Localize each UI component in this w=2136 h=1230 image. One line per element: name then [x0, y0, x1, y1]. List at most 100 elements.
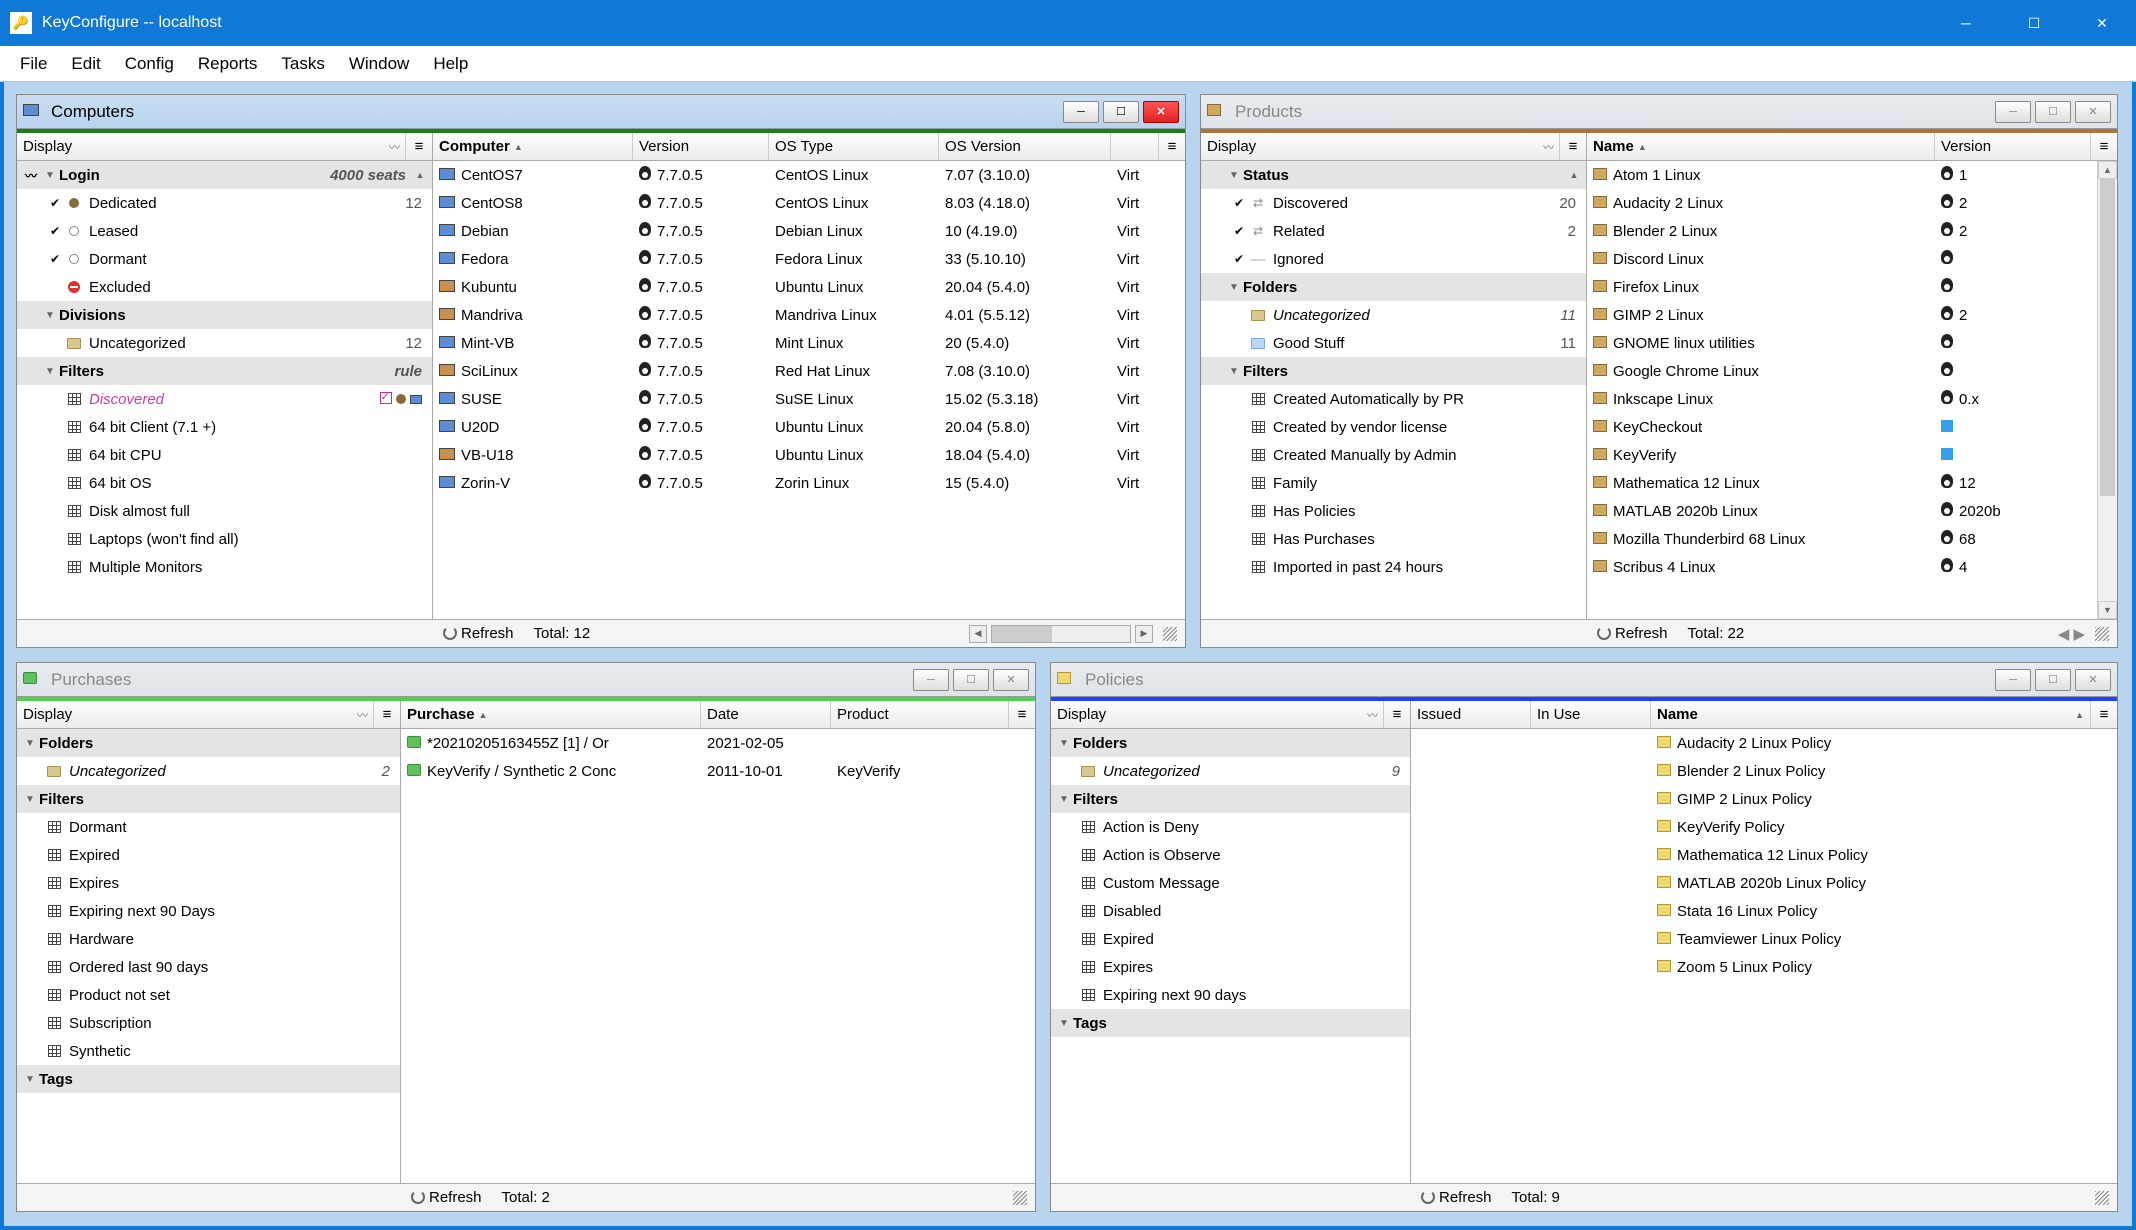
sidebar-item[interactable]: Product not set — [17, 981, 400, 1009]
panel-maximize-button[interactable]: ☐ — [2035, 669, 2071, 691]
table-row[interactable]: Mozilla Thunderbird 68 Linux 68 — [1587, 525, 2097, 553]
sidebar-item[interactable]: ✔Dormant — [17, 245, 432, 273]
table-row[interactable]: KeyVerify / Synthetic 2 Conc 2011-10-01 … — [401, 757, 1035, 785]
panel-minimize-button[interactable]: ─ — [1995, 669, 2031, 691]
col-computer[interactable]: Computer▲ — [433, 133, 633, 160]
table-row[interactable]: KeyCheckout — [1587, 413, 2097, 441]
sidebar-header-display[interactable]: Display〰 — [17, 133, 406, 160]
col-purchase[interactable]: Purchase▲ — [401, 701, 701, 728]
policies-rows[interactable]: Audacity 2 Linux Policy Blender 2 Linux … — [1411, 729, 2117, 1183]
menu-config[interactable]: Config — [113, 50, 186, 78]
sidebar-header-menu[interactable]: ≡ — [1384, 701, 1410, 728]
sidebar-item[interactable]: ✔Dedicated12 — [17, 189, 432, 217]
col-menu[interactable]: ≡ — [2091, 133, 2117, 160]
resize-grip[interactable] — [560, 1191, 1035, 1205]
panel-maximize-button[interactable]: ☐ — [2035, 101, 2071, 123]
table-row[interactable]: MATLAB 2020b Linux Policy — [1411, 869, 2117, 897]
sidebar-item[interactable]: Disk almost full — [17, 497, 432, 525]
sidebar-item[interactable]: Custom Message — [1051, 869, 1410, 897]
table-row[interactable]: Zorin-V 7.7.0.5 Zorin Linux 15 (5.4.0) V… — [433, 469, 1185, 497]
sidebar-item[interactable]: Disabled — [1051, 897, 1410, 925]
col-menu[interactable]: ≡ — [1009, 701, 1035, 728]
sidebar-item[interactable]: Has Purchases — [1201, 525, 1586, 553]
sidebar-item[interactable]: Family — [1201, 469, 1586, 497]
menu-reports[interactable]: Reports — [186, 50, 270, 78]
table-row[interactable]: Scribus 4 Linux 4 — [1587, 553, 2097, 581]
resize-grip[interactable]: ◀ ▶ — [1754, 625, 2117, 643]
sidebar-item[interactable]: Laptops (won't find all) — [17, 525, 432, 553]
sidebar-item[interactable]: Has Policies — [1201, 497, 1586, 525]
hscrollbar[interactable]: ◀▶ — [600, 625, 1185, 643]
sidebar-item[interactable]: Expires — [1051, 953, 1410, 981]
panel-maximize-button[interactable]: ☐ — [953, 669, 989, 691]
purchases-rows[interactable]: *20210205163455Z [1] / Or 2021-02-05 Key… — [401, 729, 1035, 1183]
table-row[interactable]: Stata 16 Linux Policy — [1411, 897, 2117, 925]
table-row[interactable]: SUSE 7.7.0.5 SuSE Linux 15.02 (5.3.18) V… — [433, 385, 1185, 413]
table-row[interactable]: Discord Linux — [1587, 245, 2097, 273]
products-rows[interactable]: Atom 1 Linux 1 Audacity 2 Linux 2 Blende… — [1587, 161, 2097, 619]
section-login[interactable]: 〰▼Login4000 seats▲ — [17, 161, 432, 189]
table-row[interactable]: KeyVerify — [1587, 441, 2097, 469]
table-row[interactable]: Blender 2 Linux Policy — [1411, 757, 2117, 785]
panel-computers-titlebar[interactable]: Computers ─ ☐ ✕ — [17, 95, 1185, 129]
table-row[interactable]: CentOS8 7.7.0.5 CentOS Linux 8.03 (4.18.… — [433, 189, 1185, 217]
menu-help[interactable]: Help — [421, 50, 480, 78]
sidebar-item[interactable]: Multiple Monitors — [17, 553, 432, 581]
refresh-button[interactable]: Refresh — [1411, 1189, 1502, 1206]
sidebar-item[interactable]: Created Automatically by PR — [1201, 385, 1586, 413]
minimize-button[interactable]: ─ — [1932, 0, 2000, 46]
sidebar-header-display[interactable]: Display〰 — [1051, 701, 1384, 728]
sidebar-item[interactable]: Expired — [1051, 925, 1410, 953]
menu-file[interactable]: File — [8, 50, 59, 78]
table-row[interactable]: U20D 7.7.0.5 Ubuntu Linux 20.04 (5.8.0) … — [433, 413, 1185, 441]
products-sidebar-list[interactable]: ▼Status▲✔⇄Discovered20✔⇄Related2✔—Ignore… — [1201, 161, 1586, 619]
resize-grip[interactable] — [1570, 1191, 2117, 1205]
sidebar-item[interactable]: Dormant — [17, 813, 400, 841]
table-row[interactable]: Fedora 7.7.0.5 Fedora Linux 33 (5.10.10)… — [433, 245, 1185, 273]
table-row[interactable]: Atom 1 Linux 1 — [1587, 161, 2097, 189]
computers-rows[interactable]: CentOS7 7.7.0.5 CentOS Linux 7.07 (3.10.… — [433, 161, 1185, 619]
table-row[interactable]: Firefox Linux — [1587, 273, 2097, 301]
purchases-sidebar-list[interactable]: ▼FoldersUncategorized2▼FiltersDormantExp… — [17, 729, 400, 1183]
sidebar-item[interactable]: Expiring next 90 days — [1051, 981, 1410, 1009]
table-row[interactable]: Teamviewer Linux Policy — [1411, 925, 2117, 953]
panel-close-button[interactable]: ✕ — [993, 669, 1029, 691]
section-filters[interactable]: ▼Filters — [17, 785, 400, 813]
sidebar-item[interactable]: Uncategorized11 — [1201, 301, 1586, 329]
section-filters[interactable]: ▼Filters — [1201, 357, 1586, 385]
sidebar-item[interactable]: Uncategorized9 — [1051, 757, 1410, 785]
vscrollbar[interactable]: ▲▼ — [2097, 161, 2117, 619]
close-button[interactable]: ✕ — [2068, 0, 2136, 46]
table-row[interactable]: Inkscape Linux 0.x — [1587, 385, 2097, 413]
panel-products-titlebar[interactable]: Products ─ ☐ ✕ — [1201, 95, 2117, 129]
sidebar-item[interactable]: Excluded — [17, 273, 432, 301]
sidebar-item[interactable]: Synthetic — [17, 1037, 400, 1065]
sidebar-item[interactable]: Expires — [17, 869, 400, 897]
col-osversion[interactable]: OS Version — [939, 133, 1111, 160]
section-status[interactable]: ▼Status▲ — [1201, 161, 1586, 189]
sidebar-item[interactable]: Ordered last 90 days — [17, 953, 400, 981]
section-tags[interactable]: ▼Tags — [17, 1065, 400, 1093]
table-row[interactable]: Audacity 2 Linux Policy — [1411, 729, 2117, 757]
sidebar-item[interactable]: Action is Observe — [1051, 841, 1410, 869]
policies-sidebar-list[interactable]: ▼FoldersUncategorized9▼FiltersAction is … — [1051, 729, 1410, 1183]
table-row[interactable]: CentOS7 7.7.0.5 CentOS Linux 7.07 (3.10.… — [433, 161, 1185, 189]
refresh-button[interactable]: Refresh — [401, 1189, 492, 1206]
col-version[interactable]: Version — [1935, 133, 2091, 160]
section-divisions[interactable]: ▼Divisions — [17, 301, 432, 329]
table-row[interactable]: Google Chrome Linux — [1587, 357, 2097, 385]
table-row[interactable]: Mathematica 12 Linux 12 — [1587, 469, 2097, 497]
refresh-button[interactable]: Refresh — [433, 625, 524, 642]
panel-policies-titlebar[interactable]: Policies ─ ☐ ✕ — [1051, 663, 2117, 697]
table-row[interactable]: VB-U18 7.7.0.5 Ubuntu Linux 18.04 (5.4.0… — [433, 441, 1185, 469]
sidebar-item[interactable]: Subscription — [17, 1009, 400, 1037]
table-row[interactable]: Blender 2 Linux 2 — [1587, 217, 2097, 245]
menu-tasks[interactable]: Tasks — [269, 50, 336, 78]
panel-purchases-titlebar[interactable]: Purchases ─ ☐ ✕ — [17, 663, 1035, 697]
col-more[interactable] — [1111, 133, 1159, 160]
panel-maximize-button[interactable]: ☐ — [1103, 101, 1139, 123]
panel-close-button[interactable]: ✕ — [1143, 101, 1179, 123]
sidebar-item[interactable]: Created by vendor license — [1201, 413, 1586, 441]
sidebar-item[interactable]: Expired — [17, 841, 400, 869]
table-row[interactable]: Debian 7.7.0.5 Debian Linux 10 (4.19.0) … — [433, 217, 1185, 245]
